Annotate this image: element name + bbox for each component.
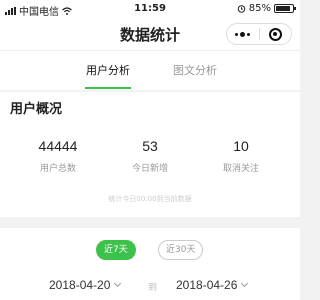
end-date-picker[interactable]: 2018-04-26 bbox=[176, 278, 249, 292]
tab-user-analysis[interactable]: 用户分析 bbox=[86, 62, 130, 78]
stat-unfollows: 10 取消关注 bbox=[201, 138, 281, 174]
date-filter: 近7天 近30天 2018-04-20 到 2018-04-26 bbox=[0, 228, 300, 300]
section-title: 用户概况 bbox=[10, 102, 63, 117]
more-options-icon[interactable] bbox=[227, 24, 259, 44]
tab-article-analysis[interactable]: 图文分析 bbox=[173, 62, 217, 78]
stat-new-today: 53 今日新增 bbox=[110, 138, 190, 174]
chevron-down-icon bbox=[114, 279, 122, 288]
battery-icon bbox=[274, 4, 296, 13]
end-date-value: 2018-04-26 bbox=[176, 278, 238, 292]
mini-program-capsule bbox=[226, 23, 292, 45]
stat-value: 10 bbox=[233, 138, 249, 154]
alarm-icon bbox=[237, 5, 246, 13]
nav-bar: 数据统计 bbox=[0, 18, 300, 50]
stat-value: 53 bbox=[142, 138, 158, 154]
start-date-value: 2018-04-20 bbox=[49, 278, 111, 292]
stat-label: 今日新增 bbox=[131, 164, 168, 174]
status-right: 85% bbox=[237, 3, 296, 14]
date-separator: 到 bbox=[148, 283, 158, 293]
stat-total-users: 44444 用户总数 bbox=[18, 138, 98, 174]
active-tab-indicator bbox=[85, 87, 131, 89]
tab-bar: 用户分析 图文分析 bbox=[0, 50, 300, 90]
stat-label: 用户总数 bbox=[39, 164, 76, 174]
stat-value: 44444 bbox=[38, 138, 78, 154]
range-30-days-button[interactable]: 近30天 bbox=[158, 240, 204, 260]
stats-note: 统计今日00:00到当前数据 bbox=[108, 195, 192, 203]
chevron-down-icon bbox=[241, 279, 249, 288]
stat-label: 取消关注 bbox=[222, 164, 259, 174]
start-date-picker[interactable]: 2018-04-20 bbox=[49, 278, 122, 292]
range-7-days-button[interactable]: 近7天 bbox=[96, 240, 136, 260]
battery-percent: 85% bbox=[248, 3, 271, 14]
battery-fill bbox=[276, 6, 290, 11]
user-overview-card: 用户概况 44444 用户总数 53 今日新增 10 取消关注 统计今日00:0… bbox=[0, 92, 300, 217]
close-program-icon[interactable] bbox=[259, 24, 291, 44]
status-bar: 中国电信 11:59 85% bbox=[0, 0, 300, 18]
